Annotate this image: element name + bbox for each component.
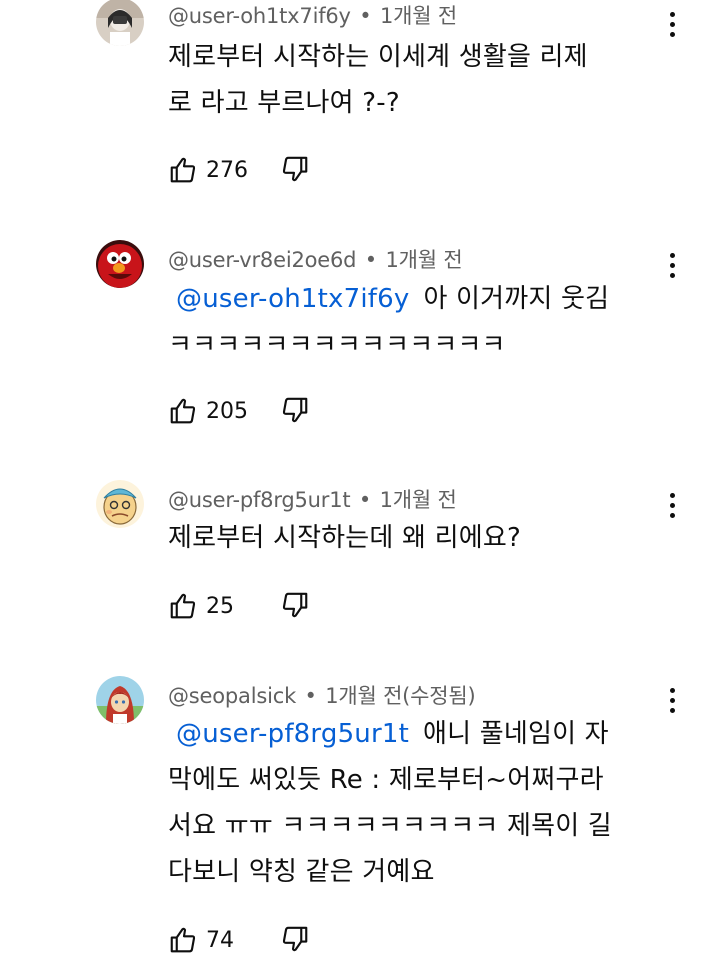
dislike-button[interactable] xyxy=(280,154,310,184)
avatar[interactable] xyxy=(96,240,144,288)
comment-time[interactable]: 1개월 전 xyxy=(380,488,457,512)
comment-text-line: ㅋㅋㅋㅋㅋㅋㅋㅋㅋㅋㅋㅋㅋㅋ xyxy=(168,330,506,360)
comment-text-line: @user-oh1tx7if6y 아 이거까지 웃김 xyxy=(168,276,658,322)
like-button[interactable]: 276 xyxy=(168,155,248,185)
comment-text: @user-pf8rg5ur1t 애니 풀네임이 자 막에도 써있듯 Re : 제… xyxy=(168,711,658,895)
comment-text-line: @user-pf8rg5ur1t 애니 풀네임이 자 xyxy=(168,711,658,757)
thumbs-up-icon xyxy=(170,593,196,619)
meta-separator: • xyxy=(359,4,372,28)
meta-separator: • xyxy=(358,488,372,512)
like-button[interactable]: 205 xyxy=(168,396,248,426)
like-count: 276 xyxy=(206,157,248,183)
avatar[interactable] xyxy=(96,676,144,724)
avatar-image xyxy=(96,0,144,46)
like-count: 25 xyxy=(206,593,234,619)
comment-meta: @seopalsick • 1개월 전(수정됨) xyxy=(168,680,476,710)
comment-text-line: 제로부터 시작하는 이세계 생활을 리제 xyxy=(168,42,588,72)
more-vert-icon[interactable] xyxy=(656,4,688,44)
more-vert-icon[interactable] xyxy=(656,245,688,285)
comment-actions: 276 xyxy=(168,152,308,188)
thumbs-down-icon xyxy=(282,592,308,618)
thumbs-up-icon xyxy=(170,157,196,183)
comment-meta: @user-vr8ei2oe6d • 1개월 전 xyxy=(168,244,463,274)
thumbs-down-icon xyxy=(282,397,308,423)
comment-text-span: 애니 풀네임이 자 xyxy=(423,719,609,749)
like-count: 205 xyxy=(206,398,248,424)
dislike-button[interactable] xyxy=(280,924,310,954)
comment-text-span: 아 이거까지 웃김 xyxy=(423,284,610,314)
thumbs-down-icon xyxy=(282,926,308,952)
comment-meta: @user-pf8rg5ur1t • 1개월 전 xyxy=(168,484,457,514)
comment-actions: 205 xyxy=(168,393,308,429)
avatar-image xyxy=(96,240,144,288)
like-button[interactable]: 25 xyxy=(168,591,234,621)
comment-text-line: 서요 ㅠㅠ ㅋㅋㅋㅋㅋㅋㅋㅋㅋ 제목이 길 xyxy=(168,811,612,841)
comment-text: @user-oh1tx7if6y 아 이거까지 웃김 ㅋㅋㅋㅋㅋㅋㅋㅋㅋㅋㅋㅋㅋㅋ xyxy=(168,276,658,368)
comment-text-line: 막에도 써있듯 Re : 제로부터~어쩌구라 xyxy=(168,765,604,795)
like-button[interactable]: 74 xyxy=(168,925,234,955)
mention-link[interactable]: @user-pf8rg5ur1t xyxy=(176,719,409,749)
comment-actions: 25 xyxy=(168,588,308,624)
meta-separator: • xyxy=(304,684,317,708)
comment-text-line: 로 라고 부르나여 ?-? xyxy=(168,88,400,118)
like-count: 74 xyxy=(206,927,234,953)
comment-author[interactable]: @user-oh1tx7if6y xyxy=(168,4,351,28)
meta-separator: • xyxy=(364,248,377,272)
comment-meta: @user-oh1tx7if6y • 1개월 전 xyxy=(168,0,457,30)
comment-text: 제로부터 시작하는 이세계 생활을 리제 로 라고 부르나여 ?-? xyxy=(168,34,658,126)
comment-time[interactable]: 1개월 전 xyxy=(380,4,457,28)
avatar[interactable] xyxy=(96,480,144,528)
thumbs-up-icon xyxy=(170,398,196,424)
comment-text-line: 다보니 약칭 같은 거예요 xyxy=(168,857,435,887)
thumbs-up-icon xyxy=(170,927,196,953)
more-vert-icon[interactable] xyxy=(656,680,688,720)
comment-actions: 74 xyxy=(168,922,308,958)
dislike-button[interactable] xyxy=(280,590,310,620)
comment-time[interactable]: 1개월 전(수정됨) xyxy=(325,684,476,708)
comment-time[interactable]: 1개월 전 xyxy=(385,248,462,272)
mention-link[interactable]: @user-oh1tx7if6y xyxy=(176,284,409,314)
comment-author[interactable]: @user-pf8rg5ur1t xyxy=(168,488,351,512)
comment-author[interactable]: @seopalsick xyxy=(168,684,296,708)
more-vert-icon[interactable] xyxy=(656,485,688,525)
comment-text-line: 제로부터 시작하는데 왜 리에요? xyxy=(168,523,521,553)
dislike-button[interactable] xyxy=(280,395,310,425)
avatar-image xyxy=(96,480,144,528)
comment-author[interactable]: @user-vr8ei2oe6d xyxy=(168,248,356,272)
thumbs-down-icon xyxy=(282,156,308,182)
avatar[interactable] xyxy=(96,0,144,46)
comment-text: 제로부터 시작하는데 왜 리에요? xyxy=(168,515,658,561)
avatar-image xyxy=(96,676,144,724)
